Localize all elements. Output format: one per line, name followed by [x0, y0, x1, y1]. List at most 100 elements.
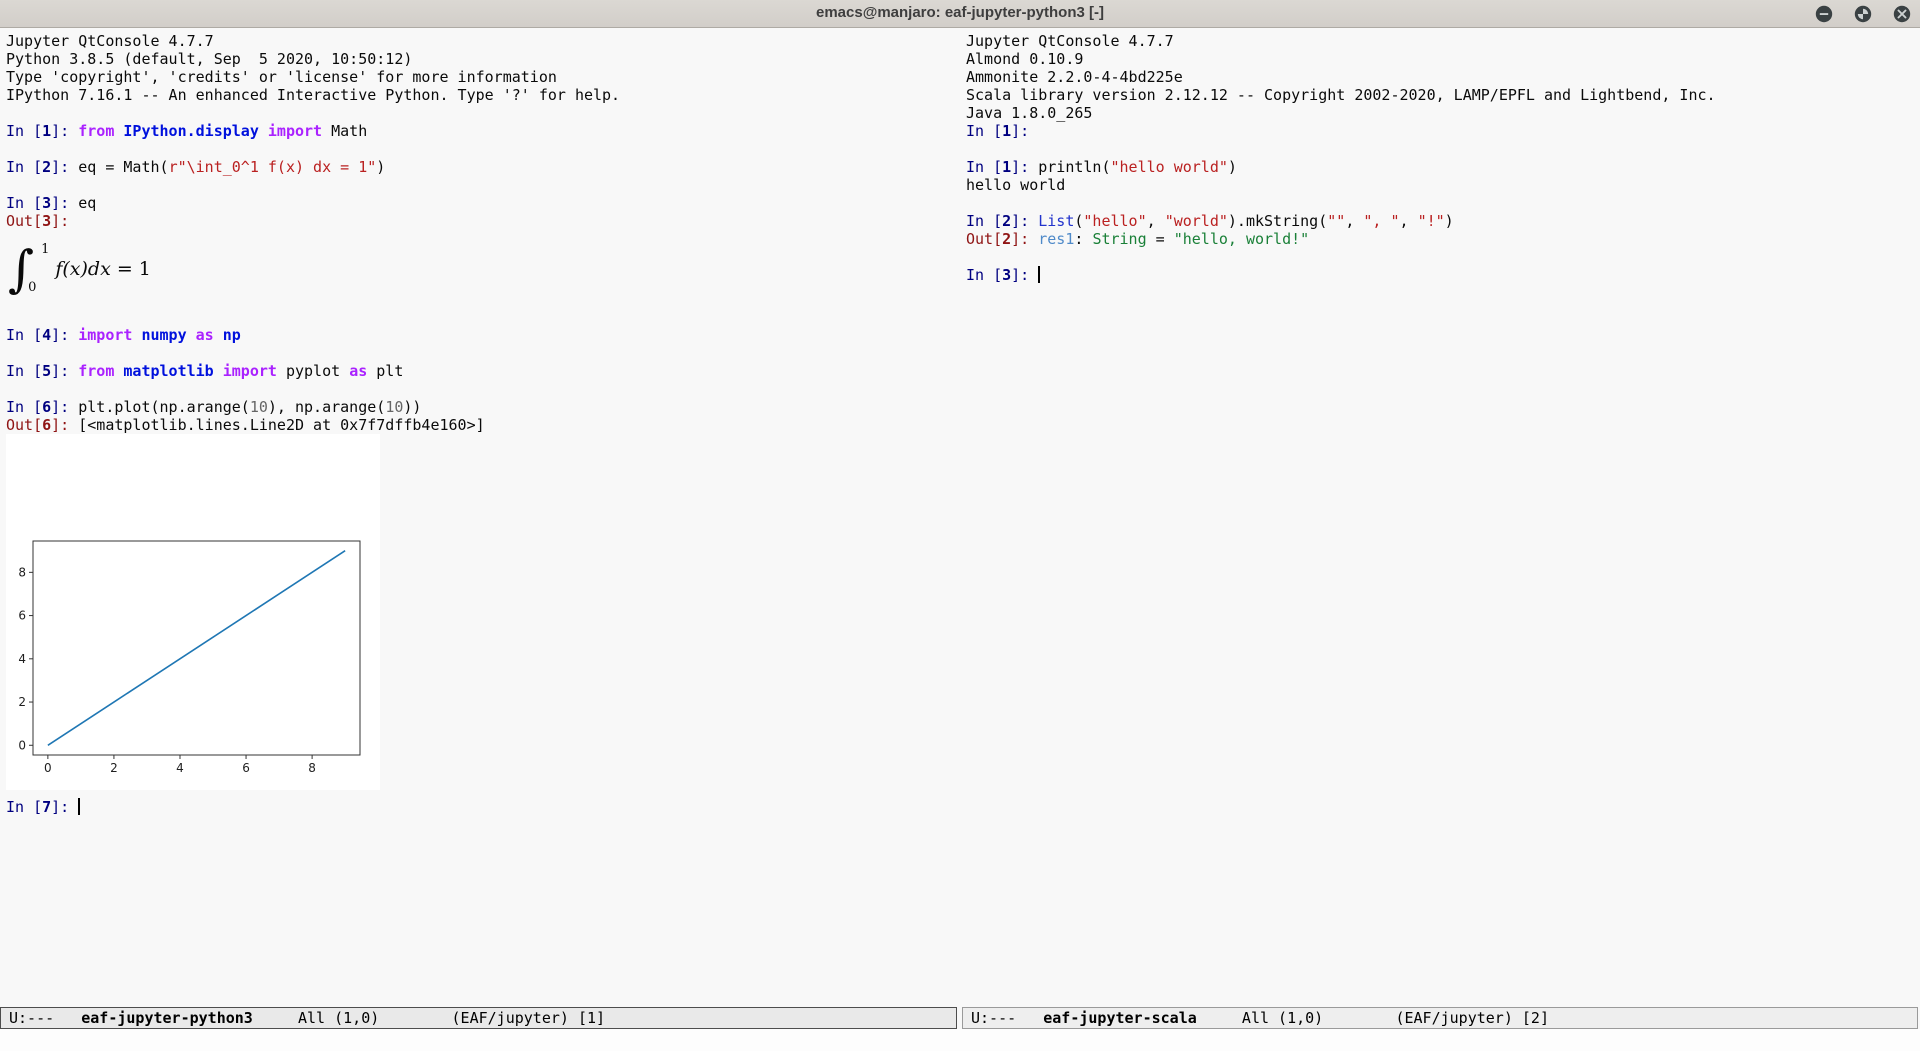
console-line: In [2]: eq = Math(r"\int_0^1 f(x) dx = 1…: [6, 158, 956, 176]
console-line: [6, 344, 956, 362]
code-segment: Math: [322, 122, 367, 140]
code-segment: Scala library version 2.12.12 -- Copyrig…: [966, 86, 1716, 104]
code-segment: List: [1038, 212, 1074, 230]
code-segment: ]:: [51, 194, 78, 212]
code-segment: numpy: [141, 326, 186, 344]
code-segment: In [: [6, 362, 42, 380]
console-line: In [1]: from IPython.display import Math: [6, 122, 956, 140]
code-segment: eq: [78, 194, 96, 212]
code-segment: :: [1074, 230, 1092, 248]
modeline-text: (EAF/jupyter) [1]: [452, 1009, 606, 1027]
code-segment: ]:: [51, 398, 78, 416]
svg-text:8: 8: [18, 565, 26, 579]
code-segment: Jupyter QtConsole 4.7.7: [966, 32, 1174, 50]
code-segment: 4: [42, 326, 51, 344]
console-line: [966, 194, 1916, 212]
code-segment: [187, 326, 196, 344]
code-segment: 5: [42, 362, 51, 380]
svg-text:2: 2: [110, 761, 118, 775]
equation-rhs: = 1: [111, 260, 151, 278]
python-input-prompt: In [7]:: [6, 798, 956, 816]
maximize-icon[interactable]: [1854, 5, 1872, 23]
svg-text:6: 6: [18, 609, 26, 623]
code-segment: import: [78, 326, 141, 344]
modeline-python[interactable]: U:--- eaf-jupyter-python3 All (1,0) (EAF…: [0, 1007, 957, 1029]
code-segment: matplotlib: [123, 362, 213, 380]
code-segment: ,: [1147, 212, 1165, 230]
console-line: In [1]:: [966, 122, 1916, 140]
console-line: [966, 140, 1916, 158]
console-line: [6, 308, 956, 326]
code-segment: 3: [42, 194, 51, 212]
console-line: In [1]: println("hello world"): [966, 158, 1916, 176]
code-segment: 6: [42, 416, 51, 434]
code-segment: eq = Math(: [78, 158, 168, 176]
code-segment: res1: [1038, 230, 1074, 248]
code-segment: Jupyter QtConsole 4.7.7: [6, 32, 214, 50]
code-segment: "hello, world!": [1174, 230, 1309, 248]
code-segment: Type 'copyright', 'credits' or 'license'…: [6, 68, 557, 86]
svg-text:8: 8: [308, 761, 316, 775]
matplotlib-figure: 0246802468: [6, 434, 956, 798]
code-segment: from: [78, 122, 123, 140]
code-segment: hello world: [966, 176, 1065, 194]
integral-lower-limit: 0: [28, 279, 49, 297]
console-line: Python 3.8.5 (default, Sep 5 2020, 10:50…: [6, 50, 956, 68]
code-segment: ]:: [51, 798, 78, 816]
code-segment: ]:: [1011, 122, 1029, 140]
code-segment: Java 1.8.0_265: [966, 104, 1092, 122]
code-segment: In [: [6, 194, 42, 212]
text-cursor: [78, 798, 80, 815]
code-segment: as: [349, 362, 367, 380]
integral-limits: 10: [35, 241, 49, 297]
console-line: [6, 104, 956, 122]
code-segment: ]:: [1011, 266, 1038, 284]
window-title: emacs@manjaro: eaf-jupyter-python3 [-]: [0, 4, 1920, 21]
code-segment: import: [268, 122, 322, 140]
console-line: Jupyter QtConsole 4.7.7: [966, 32, 1916, 50]
code-segment: "!": [1418, 212, 1445, 230]
code-segment: 1: [1002, 158, 1011, 176]
console-line: Scala library version 2.12.12 -- Copyrig…: [966, 86, 1916, 104]
code-segment: In [: [966, 212, 1002, 230]
code-segment: In [: [966, 122, 1002, 140]
modeline-buffer-name: eaf-jupyter-python3: [81, 1009, 253, 1027]
python-console-pane[interactable]: Jupyter QtConsole 4.7.7Python 3.8.5 (def…: [6, 28, 956, 816]
code-segment: ,: [1400, 212, 1418, 230]
code-segment: 2: [1002, 230, 1011, 248]
code-segment: println(: [1038, 158, 1110, 176]
code-segment: ]:: [51, 326, 78, 344]
code-segment: ]:: [51, 362, 78, 380]
console-line: [6, 380, 956, 398]
close-icon[interactable]: [1893, 5, 1911, 23]
modeline-text: U:---: [9, 1009, 81, 1027]
modeline-text: U:---: [971, 1009, 1043, 1027]
console-line: [6, 140, 956, 158]
integral-upper-limit: 1: [41, 241, 49, 259]
code-segment: ]:: [51, 212, 69, 230]
code-segment: ]:: [1011, 158, 1038, 176]
minimize-icon[interactable]: [1815, 5, 1833, 23]
code-segment: In [: [6, 326, 42, 344]
code-segment: 2: [42, 158, 51, 176]
code-segment: In [: [966, 158, 1002, 176]
code-segment: ]:: [1011, 212, 1038, 230]
modeline-text: All (1,0): [1197, 1009, 1396, 1027]
code-segment: ]:: [51, 416, 78, 434]
text-cursor: [1038, 266, 1040, 283]
console-line: Almond 0.10.9: [966, 50, 1916, 68]
modeline-scala[interactable]: U:--- eaf-jupyter-scala All (1,0) (EAF/j…: [962, 1007, 1918, 1029]
title-bar[interactable]: emacs@manjaro: eaf-jupyter-python3 [-]: [0, 0, 1920, 28]
code-segment: 3: [42, 212, 51, 230]
scala-console-pane[interactable]: Jupyter QtConsole 4.7.7Almond 0.10.9Ammo…: [966, 28, 1916, 284]
code-segment: Out[: [966, 230, 1002, 248]
code-segment: pyplot: [277, 362, 349, 380]
console-line: In [3]: eq: [6, 194, 956, 212]
code-segment: IPython 7.16.1 -- An enhanced Interactiv…: [6, 86, 620, 104]
window-controls: [1815, 5, 1911, 23]
code-segment: 2: [1002, 212, 1011, 230]
code-segment: as: [196, 326, 214, 344]
code-segment: 10: [385, 398, 403, 416]
code-segment: Out[: [6, 212, 42, 230]
console-line: [6, 176, 956, 194]
